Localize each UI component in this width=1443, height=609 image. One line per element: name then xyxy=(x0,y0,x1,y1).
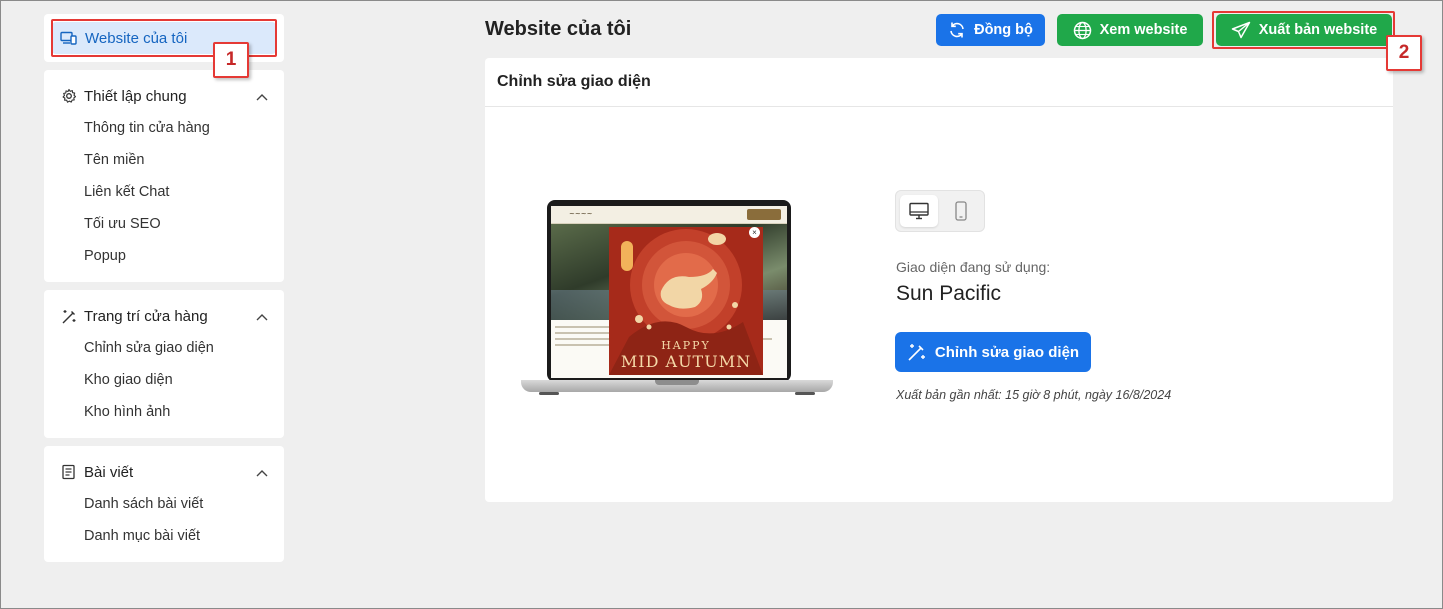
devices-icon xyxy=(60,31,77,45)
mobile-icon xyxy=(955,201,967,221)
sync-icon xyxy=(950,22,964,38)
sidebar-item-store-info[interactable]: Thông tin cửa hàng xyxy=(84,118,210,150)
submenu-blog: Danh sách bài viết Danh mục bài viết xyxy=(84,494,203,558)
edit-theme-panel: Chỉnh sửa giao diện ~~~~ HAPPY MID AUTUM… xyxy=(485,58,1393,502)
device-toggle xyxy=(895,190,985,232)
sidebar-item-edit-theme[interactable]: Chỉnh sửa giao diện xyxy=(84,338,214,370)
mobile-view-button[interactable] xyxy=(942,195,980,227)
theme-preview-screen: ~~~~ HAPPY MID AUTUMN × xyxy=(551,206,787,378)
edit-theme-button-label: Chỉnh sửa giao diện xyxy=(934,343,1080,361)
panel-title: Chỉnh sửa giao diện xyxy=(485,58,1393,107)
chevron-up-icon[interactable] xyxy=(256,464,268,481)
laptop-notch xyxy=(655,380,699,385)
sync-button[interactable]: Đồng bộ xyxy=(936,14,1045,46)
desktop-view-button[interactable] xyxy=(900,195,938,227)
sync-button-label: Đồng bộ xyxy=(974,22,1033,38)
edit-theme-button[interactable]: Chỉnh sửa giao diện xyxy=(895,332,1091,372)
chevron-up-icon[interactable] xyxy=(256,308,268,325)
newspaper-icon xyxy=(60,463,78,481)
sidebar-item-label: Website của tôi xyxy=(85,29,188,47)
sidebar-item-popup[interactable]: Popup xyxy=(84,246,210,278)
section-title: Thiết lập chung xyxy=(84,87,187,105)
gear-icon xyxy=(60,87,78,105)
section-header-general[interactable]: Thiết lập chung xyxy=(60,86,268,106)
sidebar-section-general: Thiết lập chung Thông tin cửa hàng Tên m… xyxy=(44,70,284,282)
magic-wand-icon xyxy=(908,344,925,361)
page-title: Website của tôi xyxy=(485,18,632,40)
popup-close-icon: × xyxy=(749,227,760,238)
preview-site-button xyxy=(747,209,781,220)
section-header-decor[interactable]: Trang trí cửa hàng xyxy=(60,306,268,326)
theme-preview-laptop: ~~~~ HAPPY MID AUTUMN × xyxy=(521,200,833,400)
submenu-decor: Chỉnh sửa giao diện Kho giao diện Kho hì… xyxy=(84,338,214,434)
current-theme-label: Giao diện đang sử dụng: xyxy=(896,259,1051,275)
sidebar-item-seo[interactable]: Tối ưu SEO xyxy=(84,214,210,246)
chevron-up-icon[interactable] xyxy=(256,88,268,105)
laptop-foot xyxy=(795,392,815,395)
annotation-badge-2: 2 xyxy=(1386,35,1422,71)
magic-wand-icon xyxy=(60,307,78,325)
laptop-foot xyxy=(539,392,559,395)
preview-site-header: ~~~~ xyxy=(551,206,787,224)
preview-site-logo: ~~~~ xyxy=(569,210,593,218)
sidebar-section-decor: Trang trí cửa hàng Chỉnh sửa giao diện K… xyxy=(44,290,284,438)
popup-title-line2: MID AUTUMN xyxy=(620,352,752,371)
section-header-blog[interactable]: Bài viết xyxy=(60,462,268,482)
sidebar-section-blog: Bài viết Danh sách bài viết Danh mục bài… xyxy=(44,446,284,562)
desktop-icon xyxy=(909,202,929,220)
view-website-button[interactable]: Xem website xyxy=(1057,14,1203,46)
send-icon xyxy=(1231,21,1251,39)
current-theme-name: Sun Pacific xyxy=(896,282,1002,305)
submenu-general: Thông tin cửa hàng Tên miền Liên kết Cha… xyxy=(84,118,210,278)
sidebar-item-domain[interactable]: Tên miền xyxy=(84,150,210,182)
popup-title-line1: HAPPY xyxy=(661,339,711,352)
sidebar-item-theme-store[interactable]: Kho giao diện xyxy=(84,370,214,402)
sidebar-item-post-list[interactable]: Danh sách bài viết xyxy=(84,494,203,526)
publish-website-label: Xuất bản website xyxy=(1258,22,1378,38)
sidebar-item-image-library[interactable]: Kho hình ảnh xyxy=(84,402,214,434)
section-title: Trang trí cửa hàng xyxy=(84,307,208,325)
globe-icon xyxy=(1073,21,1091,39)
sidebar-item-chat-link[interactable]: Liên kết Chat xyxy=(84,182,210,214)
last-publish-text: Xuất bản gần nhất: 15 giờ 8 phút, ngày 1… xyxy=(896,388,1172,402)
section-title: Bài viết xyxy=(84,463,134,481)
sidebar-item-post-categories[interactable]: Danh mục bài viết xyxy=(84,526,203,558)
preview-popup: HAPPY MID AUTUMN xyxy=(609,227,763,375)
view-website-label: Xem website xyxy=(1099,22,1188,38)
publish-website-button[interactable]: Xuất bản website xyxy=(1216,14,1392,46)
annotation-badge-1: 1 xyxy=(213,42,249,78)
